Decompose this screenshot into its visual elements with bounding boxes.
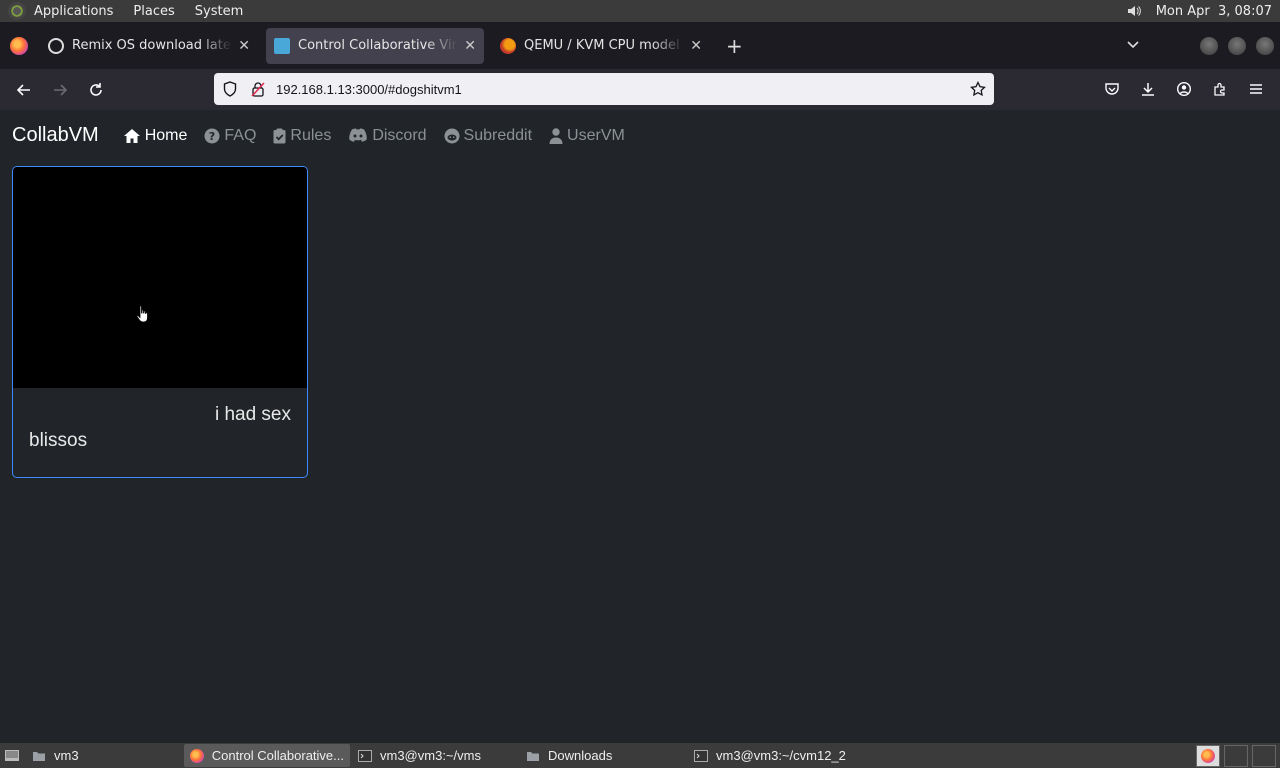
hamburger-menu-icon[interactable]	[1238, 73, 1274, 105]
pocket-icon[interactable]	[1094, 73, 1130, 105]
monitor-icon	[274, 37, 290, 54]
minimize-window-button[interactable]	[1200, 36, 1218, 55]
workspace-3[interactable]	[1252, 744, 1276, 767]
qemu-icon	[500, 37, 516, 54]
vm-thumbnail[interactable]	[13, 167, 307, 388]
nav-subreddit[interactable]: Subreddit	[444, 126, 533, 145]
downloads-icon[interactable]	[1130, 73, 1166, 105]
taskbar-label: vm3@vm3:~/cvm12_2	[716, 748, 846, 763]
distro-logo-icon[interactable]	[8, 2, 26, 20]
system-menu[interactable]: System	[195, 4, 243, 19]
clipboard-check-icon	[273, 128, 286, 143]
taskbar-item-terminal-cvm[interactable]: vm3@vm3:~/cvm12_2	[688, 744, 888, 767]
taskbar-item-firefox[interactable]: Control Collaborative...	[184, 744, 350, 767]
account-icon[interactable]	[1166, 73, 1202, 105]
terminal-icon	[358, 749, 372, 762]
folder-icon	[33, 751, 45, 761]
top-panel: Applications Places System Mon Apr 3, 08…	[0, 0, 1280, 22]
workspace-2[interactable]	[1224, 744, 1248, 767]
firefox-icon	[1201, 748, 1215, 763]
taskbar-label: Downloads	[548, 748, 613, 763]
tab-title: Control Collaborative Virtual	[298, 38, 458, 53]
taskbar-item-downloads[interactable]: Downloads	[520, 744, 686, 767]
nav-label: UserVM	[567, 126, 625, 144]
hand-cursor-icon	[136, 305, 148, 323]
question-icon: ?	[204, 128, 220, 143]
taskbar-item-terminal-vms[interactable]: vm3@vm3:~/vms	[352, 744, 518, 767]
extensions-icon[interactable]	[1202, 73, 1238, 105]
taskbar-label: Control Collaborative...	[211, 748, 344, 763]
tab-strip: Remix OS download latest v ✕ Control Col…	[0, 22, 1280, 69]
volume-icon[interactable]	[1126, 3, 1142, 19]
list-all-tabs-chevron-icon[interactable]	[1126, 38, 1140, 54]
close-tab-icon[interactable]: ✕	[690, 38, 702, 54]
bottom-panel: vm3 Control Collaborative... vm3@vm3:~/v…	[0, 743, 1280, 768]
shield-icon[interactable]	[222, 81, 238, 97]
applications-menu[interactable]: Applications	[34, 4, 113, 19]
forward-button[interactable]	[42, 74, 78, 106]
nav-label: Home	[144, 126, 188, 144]
nav-label: Subreddit	[463, 126, 533, 144]
close-tab-icon[interactable]: ✕	[238, 38, 250, 54]
vm-caption: i had sex blissos	[13, 388, 307, 454]
svg-text:?: ?	[209, 130, 215, 143]
url-bar[interactable]: 192.168.1.13:3000/#dogshitvm1	[214, 73, 994, 105]
navigation-toolbar: 192.168.1.13:3000/#dogshitvm1	[0, 69, 1280, 110]
bookmark-star-icon[interactable]	[970, 81, 986, 97]
circle-icon	[48, 37, 64, 54]
url-text[interactable]: 192.168.1.13:3000/#dogshitvm1	[276, 82, 962, 97]
user-icon	[549, 127, 563, 144]
taskbar-item-vm3[interactable]: vm3	[26, 744, 182, 767]
close-window-button[interactable]	[1256, 36, 1274, 55]
web-page: CollabVM Home ? FAQ Rules Discord Subred…	[0, 110, 1280, 743]
firefox-icon	[190, 748, 204, 763]
tab-qemu[interactable]: QEMU / KVM CPU model c ✕	[492, 28, 710, 64]
folder-icon	[527, 751, 539, 761]
nav-uservm[interactable]: UserVM	[549, 127, 625, 145]
site-brand[interactable]: CollabVM	[12, 124, 99, 147]
vm-caption-line1: i had sex	[214, 404, 291, 425]
firefox-view-icon[interactable]	[10, 36, 28, 55]
nav-label: Discord	[372, 126, 427, 144]
nav-faq[interactable]: ? FAQ	[204, 127, 256, 145]
back-button[interactable]	[6, 74, 42, 106]
taskbar-label: vm3	[54, 748, 79, 763]
close-tab-icon[interactable]: ✕	[464, 38, 476, 54]
tab-title: QEMU / KVM CPU model c	[524, 38, 685, 53]
clock[interactable]: Mon Apr 3, 08:07	[1156, 4, 1272, 19]
insecure-lock-icon[interactable]	[250, 81, 266, 97]
places-menu[interactable]: Places	[133, 4, 174, 19]
nav-rules[interactable]: Rules	[273, 127, 331, 145]
terminal-icon	[694, 749, 708, 762]
tab-collabvm[interactable]: Control Collaborative Virtual ✕	[266, 27, 484, 64]
nav-label: FAQ	[224, 126, 257, 144]
tab-title: Remix OS download latest v	[72, 38, 232, 53]
vm-card[interactable]: i had sex blissos	[12, 166, 308, 478]
reddit-icon	[444, 128, 460, 143]
tab-remix-os[interactable]: Remix OS download latest v ✕	[40, 28, 258, 64]
discord-icon	[349, 128, 368, 142]
home-icon	[123, 128, 140, 143]
vm-caption-line2: blissos	[29, 430, 88, 451]
maximize-window-button[interactable]	[1228, 36, 1246, 55]
show-desktop-button[interactable]	[0, 744, 24, 767]
reload-button[interactable]	[78, 74, 114, 106]
new-tab-button[interactable]: +	[726, 34, 743, 58]
nav-label: Rules	[290, 126, 332, 144]
site-navbar: CollabVM Home ? FAQ Rules Discord Subred…	[12, 124, 642, 147]
workspace-1[interactable]	[1196, 744, 1220, 767]
nav-home[interactable]: Home	[123, 126, 188, 145]
nav-discord[interactable]: Discord	[348, 126, 427, 145]
taskbar-label: vm3@vm3:~/vms	[380, 748, 481, 763]
